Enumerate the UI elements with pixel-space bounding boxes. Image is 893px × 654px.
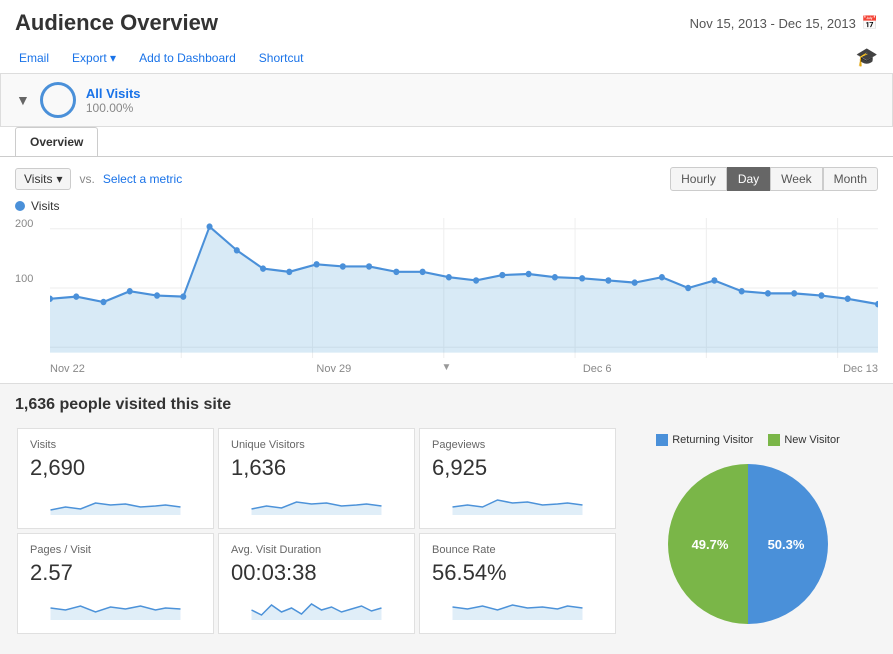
hourly-button[interactable]: Hourly — [670, 167, 727, 191]
pie-section: Returning Visitor New Visitor 49.7% 50.3… — [618, 426, 878, 642]
tab-overview[interactable]: Overview — [15, 127, 98, 156]
svg-text:49.7%: 49.7% — [692, 537, 729, 552]
legend-returning: Returning Visitor — [656, 434, 753, 446]
segment-name: All Visits — [86, 86, 141, 101]
chart-controls: Visits ▾ vs. Select a metric Hourly Day … — [15, 167, 878, 191]
stat-label-pages-visit: Pages / Visit — [30, 544, 201, 556]
x-label-nov29: Nov 29 — [316, 363, 351, 375]
pie-legend: Returning Visitor New Visitor — [656, 434, 840, 446]
stat-card-pageviews: Pageviews 6,925 — [419, 428, 616, 529]
segment-info: All Visits 100.00% — [86, 86, 141, 115]
stats-section: 1,636 people visited this site Visits 2,… — [0, 384, 893, 654]
day-button[interactable]: Day — [727, 167, 770, 191]
time-buttons: Hourly Day Week Month — [670, 167, 878, 191]
sparkline-duration — [231, 590, 402, 620]
stat-label-visits: Visits — [30, 439, 201, 451]
sparkline-bounce — [432, 590, 603, 620]
segment-chevron[interactable]: ▼ — [16, 92, 30, 108]
legend-dot — [15, 201, 25, 211]
date-range: Nov 15, 2013 - Dec 15, 2013 📅 — [690, 15, 878, 31]
x-label-nov22: Nov 22 — [50, 363, 85, 375]
stat-value-duration: 00:03:38 — [231, 560, 402, 586]
stat-card-duration: Avg. Visit Duration 00:03:38 — [218, 533, 415, 634]
main-chart — [50, 218, 878, 358]
stat-card-bounce: Bounce Rate 56.54% — [419, 533, 616, 634]
stats-row-1: Visits 2,690 Unique Visitors 1,636 — [15, 426, 618, 531]
select-metric-link[interactable]: Select a metric — [103, 172, 182, 186]
add-to-dashboard-button[interactable]: Add to Dashboard — [135, 49, 240, 67]
stats-row-2: Pages / Visit 2.57 Avg. Visit Duration 0… — [15, 531, 618, 636]
svg-text:50.3%: 50.3% — [768, 537, 805, 552]
stat-value-pages-visit: 2.57 — [30, 560, 201, 586]
page-title: Audience Overview — [15, 10, 218, 36]
stats-left: Visits 2,690 Unique Visitors 1,636 — [15, 426, 618, 642]
page-header: Audience Overview Nov 15, 2013 - Dec 15,… — [0, 0, 893, 74]
y-label-200: 200 — [15, 218, 33, 230]
date-range-text: Nov 15, 2013 - Dec 15, 2013 — [690, 16, 856, 31]
legend-returning-label: Returning Visitor — [672, 434, 753, 446]
shortcut-button[interactable]: Shortcut — [255, 49, 308, 67]
stat-label-unique: Unique Visitors — [231, 439, 402, 451]
stat-card-pages-visit: Pages / Visit 2.57 — [17, 533, 214, 634]
legend-new: New Visitor — [768, 434, 839, 446]
vs-text: vs. — [79, 172, 94, 186]
x-label-dec13: Dec 13 — [843, 363, 878, 375]
stat-card-visits: Visits 2,690 — [17, 428, 214, 529]
x-label-dec6: Dec 6 — [583, 363, 612, 375]
toolbar: Email Export ▾ Add to Dashboard Shortcut… — [15, 42, 878, 73]
legend-new-box — [768, 434, 780, 446]
stats-grid: Visits 2,690 Unique Visitors 1,636 — [15, 426, 878, 642]
help-icon: 🎓 — [856, 47, 878, 68]
pie-chart: 49.7% 50.3% — [648, 454, 848, 634]
email-button[interactable]: Email — [15, 49, 53, 67]
segment-bar: ▼ All Visits 100.00% — [0, 74, 893, 127]
sparkline-pages — [30, 590, 201, 620]
sparkline-unique — [231, 485, 402, 515]
month-button[interactable]: Month — [823, 167, 878, 191]
metric-dropdown[interactable]: Visits ▾ — [15, 168, 71, 190]
stat-value-pageviews: 6,925 — [432, 455, 603, 481]
segment-percentage: 100.00% — [86, 101, 141, 115]
stat-label-duration: Avg. Visit Duration — [231, 544, 402, 556]
week-button[interactable]: Week — [770, 167, 822, 191]
legend-new-label: New Visitor — [784, 434, 839, 446]
export-button[interactable]: Export ▾ — [68, 49, 120, 67]
dropdown-arrow: ▾ — [56, 172, 62, 186]
y-label-100: 100 — [15, 273, 33, 285]
chart-legend: Visits — [15, 199, 878, 213]
sparkline-pageviews — [432, 485, 603, 515]
stat-label-pageviews: Pageviews — [432, 439, 603, 451]
stat-card-unique: Unique Visitors 1,636 — [218, 428, 415, 529]
sparkline-visits — [30, 485, 201, 515]
stat-label-bounce: Bounce Rate — [432, 544, 603, 556]
title-row: Audience Overview Nov 15, 2013 - Dec 15,… — [15, 10, 878, 36]
metric-label: Visits — [24, 172, 52, 186]
chart-section: Visits ▾ vs. Select a metric Hourly Day … — [0, 157, 893, 384]
stats-title: 1,636 people visited this site — [15, 396, 878, 414]
calendar-icon: 📅 — [862, 15, 878, 31]
x-labels: Nov 22 Nov 29 Dec 6 Dec 13 — [50, 361, 878, 375]
stat-value-unique: 1,636 — [231, 455, 402, 481]
tab-bar: Overview — [0, 127, 893, 157]
stat-value-bounce: 56.54% — [432, 560, 603, 586]
chart-area: 200 100 — [15, 218, 878, 358]
legend-returning-box — [656, 434, 668, 446]
stat-value-visits: 2,690 — [30, 455, 201, 481]
segment-circle — [40, 82, 76, 118]
legend-label: Visits — [31, 199, 59, 213]
